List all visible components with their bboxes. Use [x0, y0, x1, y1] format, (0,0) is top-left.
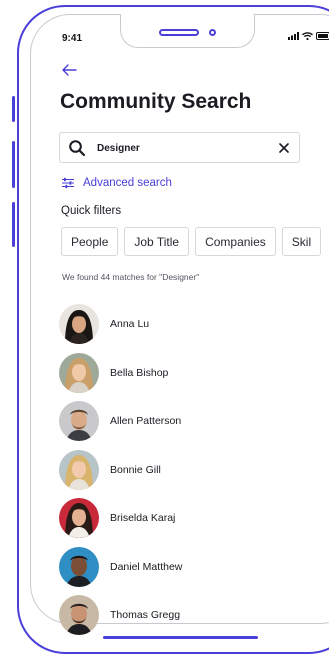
back-button[interactable]	[60, 62, 78, 78]
magnifier-icon	[69, 140, 86, 157]
search-input[interactable]	[97, 139, 267, 157]
phone-side-button-mute	[12, 96, 15, 122]
person-name: Bonnie Gill	[110, 463, 161, 476]
signal-icon	[288, 32, 299, 40]
avatar	[59, 304, 99, 345]
list-item[interactable]: Bella Bishop	[59, 349, 309, 398]
person-name: Briselda Karaj	[110, 512, 176, 525]
sliders-icon	[62, 177, 74, 189]
camera-icon	[209, 29, 216, 36]
list-item[interactable]: Allen Patterson	[59, 397, 309, 446]
list-item[interactable]: Bonnie Gill	[59, 446, 309, 495]
people-list: Anna Lu Bella Bishop Allen Patterson Bon…	[59, 300, 309, 640]
advanced-search-label: Advanced search	[83, 177, 172, 189]
search-field[interactable]	[59, 132, 300, 163]
quick-filter-chips: People Job Title Companies Skil	[61, 227, 322, 256]
phone-mockup: 9:41 Community Search Designer Advanced …	[0, 0, 329, 659]
close-icon[interactable]	[278, 142, 290, 154]
speaker-icon	[159, 29, 199, 36]
avatar	[59, 498, 99, 539]
chip-people[interactable]: People	[61, 227, 119, 256]
chip-companies[interactable]: Companies	[195, 227, 276, 256]
avatar	[59, 595, 99, 636]
phone-side-button-volume-up	[12, 141, 15, 188]
list-item[interactable]: Daniel Matthew	[59, 543, 309, 592]
results-summary: We found 44 matches for "Designer"	[62, 272, 200, 282]
avatar	[59, 449, 99, 490]
list-item[interactable]: Anna Lu	[59, 300, 309, 349]
chip-skills[interactable]: Skil	[281, 227, 322, 256]
person-name: Anna Lu	[110, 318, 150, 331]
person-name: Allen Patterson	[110, 415, 182, 428]
person-name: Thomas Gregg	[110, 609, 181, 622]
person-name: Bella Bishop	[110, 366, 169, 379]
page-title: Community Search	[60, 90, 252, 113]
avatar	[59, 352, 99, 393]
status-time: 9:41	[62, 33, 83, 44]
advanced-search-link[interactable]: Advanced search	[61, 177, 172, 189]
person-name: Daniel Matthew	[110, 560, 183, 573]
avatar	[59, 401, 99, 442]
avatar	[59, 546, 99, 587]
quick-filters-title: Quick filters	[61, 205, 122, 217]
list-item[interactable]: Briselda Karaj	[59, 494, 309, 543]
status-icons	[288, 32, 329, 40]
phone-side-button-volume-down	[12, 202, 15, 247]
arrow-left-icon	[62, 64, 77, 76]
chip-job-title[interactable]: Job Title	[124, 227, 190, 256]
list-item[interactable]: Thomas Gregg	[59, 591, 309, 640]
wifi-icon	[302, 32, 313, 40]
battery-icon	[316, 32, 329, 40]
